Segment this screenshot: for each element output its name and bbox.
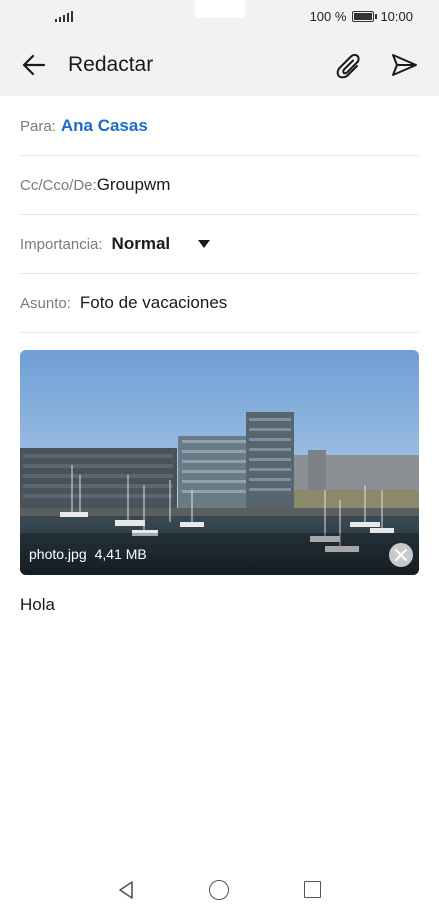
paperclip-icon [336,53,360,79]
subject-field[interactable]: Asunto: Foto de vacaciones [20,274,419,333]
cc-value[interactable]: Groupwm [97,175,171,195]
importance-field[interactable]: Importancia: Normal [20,215,419,274]
to-field[interactable]: Para: Ana Casas [20,97,419,156]
circle-home-icon[interactable] [209,880,229,900]
send-icon [392,54,417,76]
to-label: Para: [20,117,56,135]
system-nav-bar [0,866,439,914]
attachment-size: 4,41 MB [94,546,147,562]
attachment-preview[interactable]: photo.jpg 4,41 MB [20,350,419,575]
subject-label: Asunto: [20,294,71,312]
remove-attachment-button[interactable] [389,543,413,567]
cc-label: Cc/Cco/De: [20,176,97,194]
importance-select[interactable]: Normal [112,234,171,254]
arrow-left-icon [22,54,46,76]
square-recents-icon[interactable] [304,881,321,898]
status-right: 100 % 10:00 [310,9,413,24]
attachment-filename: photo.jpg [29,546,87,562]
app-bar: Redactar [0,34,439,96]
back-button[interactable] [18,49,50,81]
signal-icon [55,10,73,22]
triangle-back-icon[interactable] [116,880,136,900]
notch [195,0,245,18]
send-button[interactable] [388,49,420,81]
attachment-info: photo.jpg 4,41 MB [20,533,419,575]
chevron-down-icon[interactable] [198,240,211,248]
close-icon [395,549,407,561]
battery-icon [352,11,378,22]
subject-input[interactable]: Foto de vacaciones [80,293,227,313]
page-title: Redactar [68,53,154,76]
to-recipient[interactable]: Ana Casas [61,116,148,136]
message-body[interactable]: Hola [20,595,55,615]
attach-button[interactable] [332,49,362,81]
battery-percent: 100 % [309,9,347,24]
cc-field[interactable]: Cc/Cco/De: Groupwm [20,156,419,215]
importance-label: Importancia: [20,235,103,253]
clock: 10:00 [380,9,413,24]
